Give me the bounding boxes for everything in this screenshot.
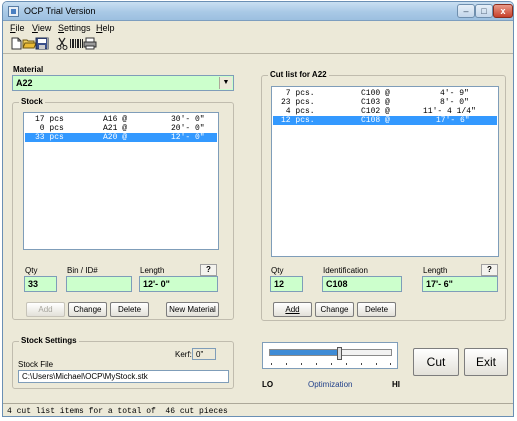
exit-button[interactable]: Exit: [464, 348, 508, 376]
kerf-input[interactable]: 0": [192, 348, 216, 360]
open-folder-icon[interactable]: [22, 37, 36, 50]
close-button[interactable]: x: [493, 4, 513, 18]
slider-thumb[interactable]: [337, 347, 342, 360]
slider-tick: [316, 363, 317, 365]
window-title: OCP Trial Version: [24, 6, 96, 16]
stock-file-input[interactable]: C:\Users\Michael\OCP\MyStock.stk: [18, 370, 229, 383]
cutlist-row-selected[interactable]: 12 pcs. C108 @ 17'- 6": [273, 116, 497, 125]
stock-length-input[interactable]: 12'- 0": [139, 276, 218, 292]
menu-file[interactable]: File: [10, 23, 25, 33]
menu-settings[interactable]: Settings: [58, 23, 91, 33]
material-dropdown[interactable]: A22 ▼: [12, 75, 234, 91]
chevron-down-icon[interactable]: ▼: [219, 77, 232, 89]
stock-qty-input[interactable]: 33: [24, 276, 57, 292]
barcode-icon[interactable]: [69, 37, 83, 50]
stock-help-button[interactable]: ?: [200, 264, 217, 276]
optimization-lo-label: LO: [262, 380, 274, 389]
cutlist-title: Cut list for A22: [268, 70, 329, 79]
cutlist-row[interactable]: 4 pcs. C102 @ 11'- 4 1/4": [273, 107, 497, 116]
slider-tick: [301, 363, 302, 365]
stock-length-label: Length: [140, 266, 165, 275]
slider-track: [269, 349, 392, 356]
cutlist-change-button[interactable]: Change: [315, 302, 354, 317]
maximize-button[interactable]: □: [475, 4, 493, 18]
stock-delete-button[interactable]: Delete: [110, 302, 149, 317]
material-value: A22: [16, 78, 33, 88]
slider-tick: [361, 363, 362, 365]
menu-help[interactable]: Help: [96, 23, 115, 33]
cutlist-qty-input[interactable]: 12: [270, 276, 303, 292]
cut-icon[interactable]: [55, 37, 69, 50]
menu-bar: File View Settings Help: [3, 21, 513, 34]
new-file-icon[interactable]: [9, 37, 23, 50]
optimization-slider[interactable]: [262, 342, 398, 369]
kerf-label: Kerf:: [175, 350, 192, 359]
cutlist-help-button[interactable]: ?: [481, 264, 498, 276]
cutlist-qty-label: Qty: [271, 266, 284, 275]
menu-view[interactable]: View: [32, 23, 51, 33]
toolbar-separator: [47, 37, 48, 50]
toolbar: [6, 35, 106, 53]
app-window: OCP Trial Version – □ x File View Settin…: [2, 1, 514, 417]
stock-row-selected[interactable]: 33 pcs A20 @ 12'- 0": [25, 133, 217, 142]
cut-button[interactable]: Cut: [413, 348, 459, 376]
slider-tick: [271, 363, 272, 365]
cutlist-add-button[interactable]: Add: [273, 302, 312, 317]
toolbar-divider: [3, 53, 513, 54]
title-bar: OCP Trial Version – □ x: [3, 2, 513, 21]
cutlist-row[interactable]: 23 pcs. C103 @ 8'- 0": [273, 98, 497, 107]
cutlist-list[interactable]: 7 pcs. C100 @ 4'- 9" 23 pcs. C103 @ 8'- …: [271, 86, 499, 257]
stock-bin-label: Bin / ID#: [67, 266, 98, 275]
status-bar: 4 cut list items for a total of 46 cut p…: [3, 403, 513, 416]
print-icon[interactable]: [83, 37, 97, 50]
slider-tick: [286, 363, 287, 365]
stock-row[interactable]: 17 pcs A16 @ 30'- 0": [25, 115, 217, 124]
optimization-label: Optimization: [308, 380, 353, 389]
slider-tick: [346, 363, 347, 365]
optimization-hi-label: HI: [392, 380, 400, 389]
cutlist-ident-label: Identification: [323, 266, 368, 275]
cutlist-length-label: Length: [423, 266, 448, 275]
stock-change-button[interactable]: Change: [68, 302, 107, 317]
slider-fill: [270, 350, 338, 355]
stock-settings-title: Stock Settings: [19, 336, 79, 345]
cutlist-length-input[interactable]: 17'- 6": [422, 276, 498, 292]
cutlist-ident-input[interactable]: C108: [322, 276, 402, 292]
app-icon: [8, 6, 19, 17]
stock-qty-label: Qty: [25, 266, 38, 275]
stock-bin-input[interactable]: [66, 276, 132, 292]
stock-add-button[interactable]: Add: [26, 302, 65, 317]
new-material-button[interactable]: New Material: [166, 302, 219, 317]
stock-title: Stock: [19, 97, 45, 106]
slider-tick: [390, 363, 391, 365]
stock-file-label: Stock File: [18, 360, 54, 369]
cutlist-row[interactable]: 7 pcs. C100 @ 4'- 9": [273, 89, 497, 98]
material-label: Material: [13, 65, 44, 74]
stock-row[interactable]: 0 pcs A21 @ 20'- 0": [25, 124, 217, 133]
minimize-button[interactable]: –: [457, 4, 475, 18]
stock-list[interactable]: 17 pcs A16 @ 30'- 0" 0 pcs A21 @ 20'- 0"…: [23, 112, 219, 250]
slider-tick: [331, 363, 332, 365]
slider-tick: [376, 363, 377, 365]
status-text: 4 cut list items for a total of 46 cut p…: [7, 407, 228, 416]
cutlist-delete-button[interactable]: Delete: [357, 302, 396, 317]
